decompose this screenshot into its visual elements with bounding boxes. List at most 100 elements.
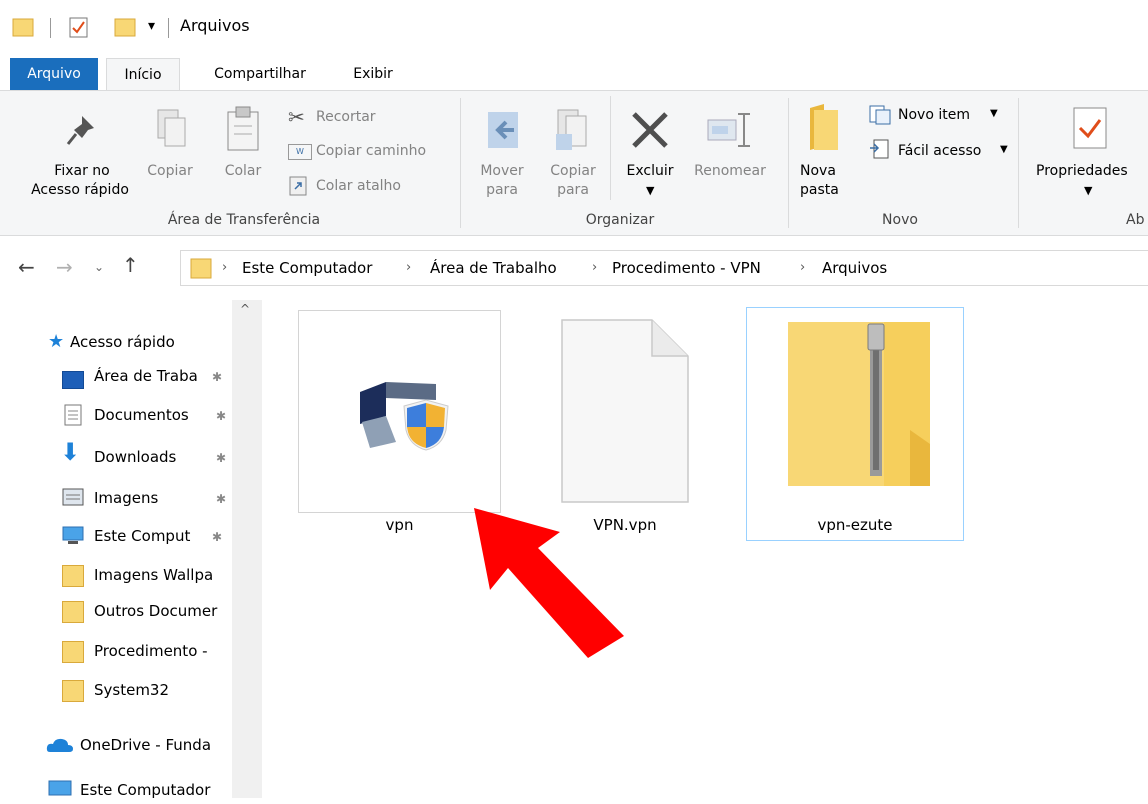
new-item-button[interactable]: Novo item	[898, 106, 970, 124]
group-organize-label: Organizar	[585, 212, 655, 228]
new-folder-label-1[interactable]: Nova	[800, 162, 844, 181]
pinned-icon: ✱	[216, 409, 227, 423]
nav-item-imagens-wallpapers[interactable]: Imagens Wallpa	[94, 561, 232, 589]
folder-icon	[62, 641, 84, 663]
nav-quick-access[interactable]: Acesso rápido	[70, 328, 230, 356]
downloads-arrow-icon: ⬇	[60, 438, 81, 466]
easy-access-dropdown-icon[interactable]: ▼	[1000, 144, 1008, 155]
group-new-label: Novo	[882, 212, 918, 228]
nav-item-outros-documentos[interactable]: Outros Documer	[94, 597, 232, 625]
new-folder-icon[interactable]	[114, 16, 136, 38]
nav-item-documentos[interactable]: Documentos	[94, 401, 210, 429]
new-item-icon	[869, 105, 891, 125]
separator	[50, 18, 51, 38]
breadcrumb-separator-icon: ›	[222, 260, 228, 275]
copy-path-button[interactable]: Copiar caminho	[316, 142, 426, 160]
breadcrumb-area-de-trabalho[interactable]: Área de Trabalho	[430, 258, 557, 278]
copy-button[interactable]: Copiar	[144, 162, 196, 181]
paste-clipboard-icon	[227, 106, 259, 151]
this-pc-icon	[48, 780, 72, 796]
scissors-icon: ✂	[288, 105, 305, 129]
folder-icon	[62, 601, 84, 623]
breadcrumb-separator-icon: ›	[592, 260, 598, 275]
group-separator	[1018, 98, 1019, 228]
properties-check-icon[interactable]	[68, 16, 90, 38]
tab-exibir[interactable]: Exibir	[338, 58, 408, 90]
pinned-icon: ✱	[216, 492, 227, 506]
desktop-icon	[62, 371, 84, 389]
pinned-icon: ✱	[212, 370, 223, 384]
tab-inicio[interactable]: Início	[106, 58, 180, 90]
tab-compartilhar[interactable]: Compartilhar	[196, 58, 324, 90]
pinned-icon: ✱	[212, 530, 223, 544]
group-open-label: Ab	[1126, 212, 1145, 228]
separator	[168, 18, 169, 38]
move-to-label-2[interactable]: para	[472, 181, 532, 200]
move-to-icon	[488, 112, 518, 148]
copy-icon	[157, 109, 186, 147]
rename-button[interactable]: Renomear	[684, 162, 776, 181]
breadcrumb-arquivos[interactable]: Arquivos	[822, 258, 887, 278]
title-bar: ▾ Arquivos	[0, 0, 1148, 58]
easy-access-button[interactable]: Fácil acesso	[898, 142, 981, 160]
folder-icon	[62, 565, 84, 587]
back-arrow-icon[interactable]: ←	[18, 255, 35, 279]
ribbon-tabs: Arquivo Início Compartilhar Exibir	[0, 58, 1148, 90]
group-separator	[460, 98, 461, 228]
easy-access-icon	[870, 139, 889, 159]
folder-icon	[190, 258, 212, 279]
breadcrumb-este-computador[interactable]: Este Computador	[242, 258, 372, 278]
pin-label-1[interactable]: Fixar no	[44, 162, 120, 181]
paste-shortcut-button[interactable]: Colar atalho	[316, 177, 401, 195]
group-clipboard-label: Área de Transferência	[167, 212, 321, 228]
onedrive-cloud-icon	[46, 738, 73, 752]
delete-x-icon	[632, 112, 668, 148]
delete-dropdown-icon[interactable]: ▼	[646, 184, 654, 197]
breadcrumb-separator-icon: ›	[406, 260, 412, 275]
scroll-up-icon[interactable]: ^	[240, 302, 250, 316]
pin-label-2[interactable]: Acesso rápido	[20, 181, 140, 200]
copy-to-icon	[556, 109, 587, 150]
breadcrumb-procedimento-vpn[interactable]: Procedimento - VPN	[612, 258, 761, 278]
star-icon: ★	[48, 331, 65, 352]
nav-item-imagens[interactable]: Imagens	[94, 484, 210, 512]
paste-button[interactable]: Colar	[218, 162, 268, 181]
folder-icon	[62, 680, 84, 702]
nav-item-area-de-trabalho[interactable]: Área de Traba	[94, 362, 210, 390]
copy-path-icon: W	[288, 144, 312, 160]
file-name-vpn-ezute[interactable]: vpn-ezute	[746, 516, 964, 534]
up-arrow-icon[interactable]: ↑	[122, 253, 139, 277]
group-separator	[788, 98, 789, 228]
new-folder-label-2[interactable]: pasta	[800, 181, 844, 200]
move-to-label-1[interactable]: Mover	[472, 162, 532, 181]
nav-item-procedimento[interactable]: Procedimento -	[94, 637, 232, 665]
new-item-dropdown-icon[interactable]: ▼	[990, 108, 998, 119]
paste-shortcut-icon	[289, 176, 307, 196]
tab-arquivo[interactable]: Arquivo	[10, 58, 98, 90]
properties-icon	[1073, 107, 1107, 149]
red-arrow-annotation	[474, 508, 624, 658]
zip-folder-icon	[788, 322, 930, 486]
pin-icon	[66, 116, 94, 145]
folder-icon[interactable]	[12, 16, 34, 38]
breadcrumb-separator-icon: ›	[800, 260, 806, 275]
pictures-icon	[62, 488, 84, 506]
customize-toolbar-icon[interactable]: ▾	[148, 18, 155, 34]
nav-item-este-computador[interactable]: Este Comput	[94, 522, 210, 550]
forward-arrow-icon[interactable]: →	[56, 255, 73, 279]
delete-button[interactable]: Excluir	[618, 162, 682, 181]
nav-item-system32[interactable]: System32	[94, 676, 232, 704]
rename-icon	[707, 113, 750, 147]
pinned-icon: ✱	[216, 451, 227, 465]
nav-this-pc[interactable]: Este Computador	[80, 776, 232, 804]
copy-to-label-2[interactable]: para	[540, 181, 606, 200]
recent-locations-chevron-icon[interactable]: ⌄	[94, 260, 104, 274]
nav-item-downloads[interactable]: Downloads	[94, 443, 210, 471]
properties-dropdown-icon[interactable]: ▼	[1084, 184, 1092, 197]
copy-to-label-1[interactable]: Copiar	[540, 162, 606, 181]
nav-scrollbar[interactable]	[232, 300, 262, 798]
nav-onedrive[interactable]: OneDrive - Funda	[80, 731, 232, 759]
properties-button[interactable]: Propriedades	[1036, 162, 1148, 181]
vpn-shield-icon	[360, 382, 449, 451]
cut-button[interactable]: Recortar	[316, 108, 376, 126]
